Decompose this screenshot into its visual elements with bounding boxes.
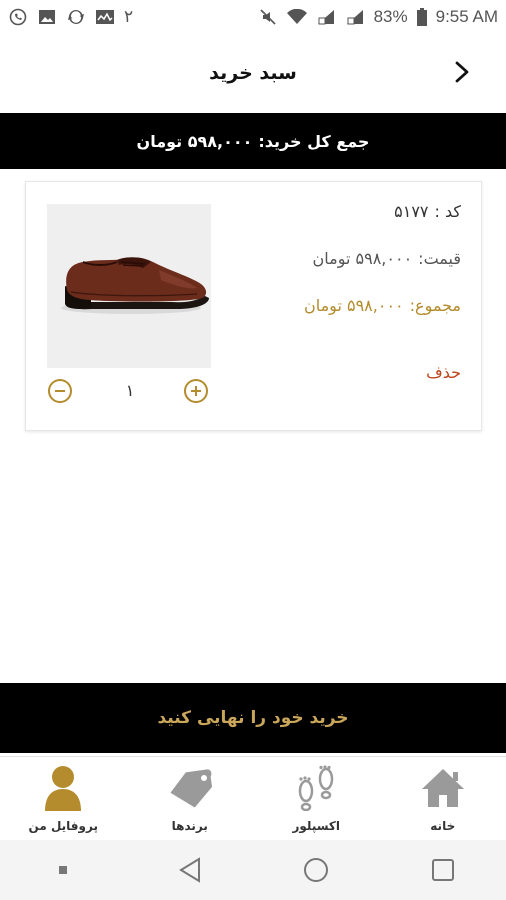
status-bar-system: 83% 9:55 AM xyxy=(258,7,498,27)
sync-icon xyxy=(66,8,86,26)
delete-item-button[interactable]: حذف xyxy=(426,363,461,382)
image-icon xyxy=(37,8,57,26)
product-subtotal: ۵۹۸,۰۰۰ تومان xyxy=(303,296,404,315)
product-subtotal-line: مجموع: ۵۹۸,۰۰۰ تومان xyxy=(304,296,461,343)
tag-icon xyxy=(165,763,215,813)
user-icon xyxy=(38,763,88,813)
bottom-nav: پروفایل من برندها اکسپلور خانه xyxy=(0,756,506,840)
system-home-button[interactable] xyxy=(296,850,336,890)
app-header: سبد خرید xyxy=(0,34,506,112)
cart-item-info: کد : ۵۱۷۷ قیمت: ۵۹۸,۰۰۰ تومان مجموع: ۵۹۸… xyxy=(304,202,461,343)
notification-count: ۲ xyxy=(124,7,134,26)
battery-icon xyxy=(416,8,427,26)
plus-icon xyxy=(191,386,201,396)
system-recents-button[interactable] xyxy=(423,850,463,890)
nav-label-profile: پروفایل من xyxy=(28,819,98,833)
system-nav-bar xyxy=(0,840,506,900)
product-image[interactable] xyxy=(47,204,211,368)
triangle-back-icon xyxy=(178,857,200,883)
product-code-line: کد : ۵۱۷۷ xyxy=(304,202,461,249)
increase-quantity-button[interactable] xyxy=(184,379,208,403)
nav-item-brands[interactable]: برندها xyxy=(127,757,254,840)
decrease-quantity-button[interactable] xyxy=(48,379,72,403)
product-code-label: کد : xyxy=(434,202,462,221)
chevron-right-icon xyxy=(455,61,469,83)
status-bar: ۲ 83% 9:55 AM xyxy=(0,0,506,34)
mute-icon xyxy=(258,8,278,26)
product-price-line: قیمت: ۵۹۸,۰۰۰ تومان xyxy=(304,249,461,296)
nav-label-home: خانه xyxy=(430,819,456,833)
cart-item-card: کد : ۵۱۷۷ قیمت: ۵۹۸,۰۰۰ تومان مجموع: ۵۹۸… xyxy=(25,181,482,431)
nav-item-profile[interactable]: پروفایل من xyxy=(0,757,127,840)
nav-item-home[interactable]: خانه xyxy=(380,757,506,840)
home-icon xyxy=(418,763,468,813)
square-recents-icon xyxy=(431,859,454,881)
page-title: سبد خرید xyxy=(209,62,297,84)
minus-icon xyxy=(55,390,65,392)
product-price-label: قیمت: xyxy=(418,249,461,268)
product-subtotal-label: مجموع: xyxy=(409,296,461,315)
status-bar-notifications: ۲ xyxy=(8,7,133,27)
product-code: ۵۱۷۷ xyxy=(394,202,429,221)
nav-label-explore: اکسپلور xyxy=(292,819,341,833)
quantity-value: ۱ xyxy=(125,381,135,400)
square-dot-icon xyxy=(59,866,68,874)
activity-icon xyxy=(95,8,115,26)
whatsapp-icon xyxy=(8,8,28,26)
back-button[interactable] xyxy=(448,58,476,86)
clock: 9:55 AM xyxy=(435,7,498,26)
cart-total-label: جمع کل خرید: xyxy=(258,131,370,151)
cart-total-value: ۵۹۸,۰۰۰ تومان xyxy=(136,131,253,151)
nav-label-brands: برندها xyxy=(171,819,208,833)
nav-item-explore[interactable]: اکسپلور xyxy=(253,757,380,840)
quantity-stepper: ۱ xyxy=(48,379,210,403)
battery-percent: 83% xyxy=(373,7,408,26)
menu-dot-button[interactable] xyxy=(43,850,83,890)
system-back-button[interactable] xyxy=(170,850,210,890)
signal-icon xyxy=(316,8,336,26)
signal-icon xyxy=(345,8,365,26)
footprints-icon xyxy=(291,763,341,813)
cart-total-bar: جمع کل خرید: ۵۹۸,۰۰۰ تومان xyxy=(0,113,506,169)
product-price: ۵۹۸,۰۰۰ تومان xyxy=(312,249,413,268)
checkout-button[interactable]: خرید خود را نهایی کنید xyxy=(0,683,506,753)
circle-home-icon xyxy=(304,858,329,882)
wifi-icon xyxy=(286,8,307,26)
